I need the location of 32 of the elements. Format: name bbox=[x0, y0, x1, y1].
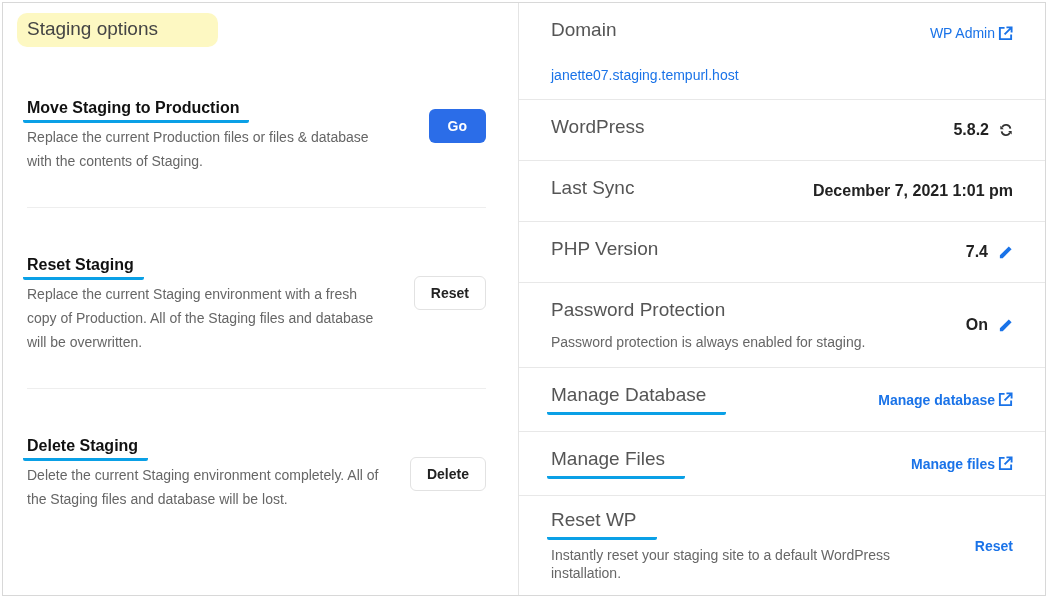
go-button[interactable]: Go bbox=[428, 109, 486, 143]
detail-value: On bbox=[965, 316, 988, 334]
option-description: Delete the current Staging environment completely. All of the Staging files and database will be lost. bbox=[27, 466, 380, 509]
detail-label: PHP Version bbox=[550, 238, 660, 261]
option-description: Replace the current Production files or files & database with the contents of Staging. bbox=[27, 128, 370, 171]
external-link-icon[interactable] bbox=[998, 392, 1013, 407]
action-link[interactable]: Reset bbox=[974, 537, 1013, 554]
detail-label: Password Protection bbox=[550, 299, 727, 322]
detail-description: Instantly reset your staging site to a default WordPress installation. bbox=[551, 546, 892, 582]
detail-label: Domain bbox=[550, 19, 618, 42]
pencil-icon[interactable] bbox=[998, 317, 1013, 333]
section-title: Staging options bbox=[17, 13, 218, 47]
option-description: Replace the current Staging environment with a fresh copy of Production. All of the Staging files and database will be overwritten. bbox=[27, 285, 375, 352]
detail-value: 5.8.2 bbox=[953, 121, 989, 139]
option-title: Delete Staging bbox=[23, 437, 149, 461]
pencil-icon[interactable] bbox=[998, 244, 1013, 260]
action-link[interactable]: Manage files bbox=[910, 455, 1013, 472]
action-link[interactable]: WP Admin bbox=[929, 25, 1013, 41]
action-link[interactable]: Manage database bbox=[878, 391, 1013, 408]
external-link-icon[interactable] bbox=[998, 25, 1013, 41]
refresh-icon[interactable] bbox=[999, 123, 1013, 137]
action-button[interactable]: Delete bbox=[409, 457, 486, 491]
option-title: Reset Staging bbox=[23, 256, 144, 280]
detail-value: December 7, 2021 1:01 pm bbox=[812, 182, 1013, 200]
detail-label: WordPress bbox=[550, 116, 646, 139]
option-title: Move Staging to Production bbox=[23, 99, 250, 123]
detail-description: Password protection is always enabled for staging. bbox=[551, 333, 866, 351]
detail-value: 7.4 bbox=[965, 243, 988, 261]
domain-link[interactable]: janette07.staging.tempurl.host bbox=[551, 67, 1013, 83]
external-link-icon[interactable] bbox=[998, 456, 1013, 471]
detail-label: Last Sync bbox=[550, 177, 636, 200]
action-button[interactable]: Reset bbox=[413, 276, 486, 310]
